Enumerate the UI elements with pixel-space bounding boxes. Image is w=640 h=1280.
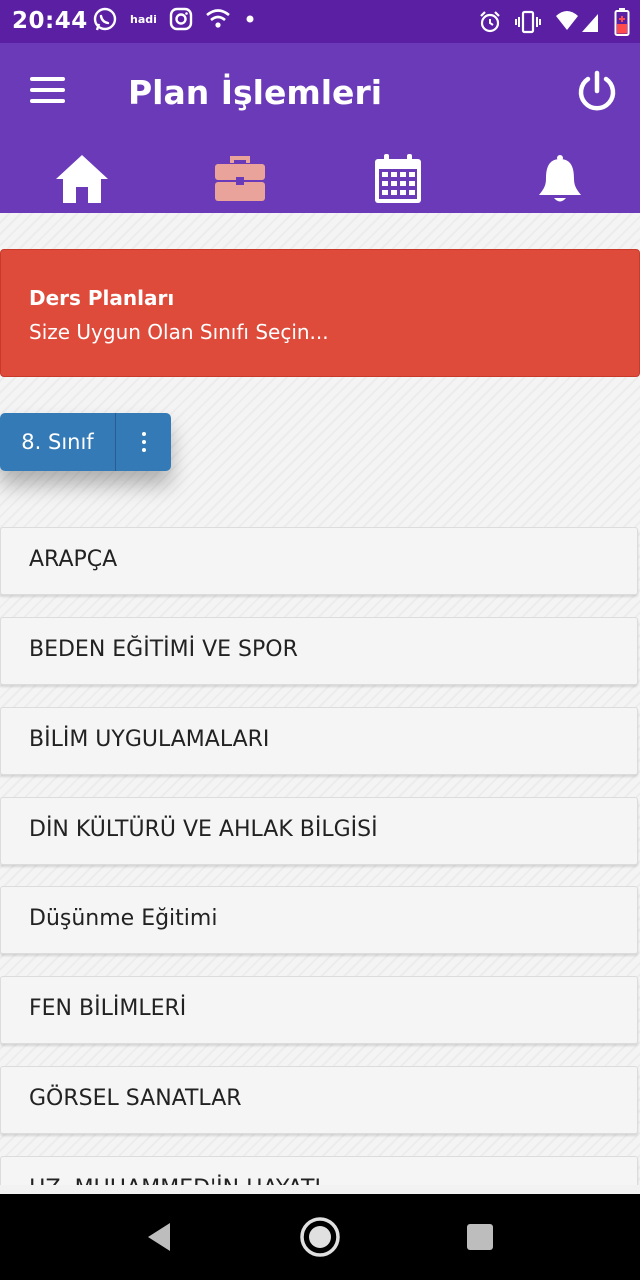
subject-item-dusunme-egitimi[interactable]: Düşünme Eğitimi — [0, 886, 638, 954]
back-icon — [148, 1223, 170, 1251]
subject-item-beden-egitimi[interactable]: BEDEN EĞİTİMİ VE SPOR — [0, 617, 638, 685]
recents-icon — [467, 1224, 493, 1250]
subject-label: FEN BİLİMLERİ — [29, 996, 187, 1021]
subject-label: GÖRSEL SANATLAR — [29, 1086, 242, 1111]
class-selector: 8. Sınıf — [0, 413, 171, 471]
subject-label: BİLİM UYGULAMALARI — [29, 727, 270, 752]
menu-button[interactable] — [30, 77, 70, 111]
wifi-icon — [205, 8, 231, 30]
status-bar: 20:44 hadi — [0, 0, 640, 43]
whatsapp-icon — [92, 6, 118, 32]
subject-label: BEDEN EĞİTİMİ VE SPOR — [29, 637, 298, 662]
alert-text: Size Uygun Olan Sınıfı Seçin... — [29, 320, 329, 344]
subject-item-arapca[interactable]: ARAPÇA — [0, 527, 638, 595]
app-bar: Plan İşlemleri — [0, 43, 640, 213]
more-vert-icon — [141, 432, 146, 436]
subject-label: HZ. MUHAMMED'İN HAYATI — [29, 1176, 321, 1185]
nav-calendar[interactable] — [368, 149, 428, 209]
alarm-icon — [478, 10, 502, 34]
vibrate-icon — [514, 10, 542, 34]
battery-icon — [614, 8, 630, 36]
menu-icon — [30, 77, 65, 81]
class-button[interactable]: 8. Sınıf — [0, 413, 115, 471]
status-time: 20:44 — [12, 8, 88, 34]
info-alert: Ders Planları Size Uygun Olan Sınıfı Seç… — [0, 249, 640, 377]
subject-label: ARAPÇA — [29, 547, 118, 572]
calendar-icon — [375, 154, 421, 203]
nav-notifications[interactable] — [530, 149, 590, 209]
instagram-icon — [169, 7, 193, 31]
system-nav-bar — [0, 1194, 640, 1280]
nav-briefcase[interactable] — [210, 149, 270, 209]
nav-home[interactable] — [52, 149, 112, 209]
signal-icon — [554, 10, 602, 34]
home-icon — [56, 155, 108, 203]
icon-nav — [0, 145, 640, 209]
subject-item-bilim-uygulamalari[interactable]: BİLİM UYGULAMALARI — [0, 707, 638, 775]
power-button[interactable] — [574, 69, 620, 115]
subject-label: DİN KÜLTÜRÜ VE AHLAK BİLGİSİ — [29, 817, 378, 842]
subject-item-hz-muhammed[interactable]: HZ. MUHAMMED'İN HAYATI — [0, 1156, 638, 1185]
dot-icon — [243, 12, 257, 26]
class-options-button[interactable] — [115, 413, 171, 471]
subject-label: Düşünme Eğitimi — [29, 906, 218, 931]
subject-item-din-kulturu[interactable]: DİN KÜLTÜRÜ VE AHLAK BİLGİSİ — [0, 797, 638, 865]
carrier-text: hadi — [130, 12, 157, 26]
subject-item-gorsel-sanatlar[interactable]: GÖRSEL SANATLAR — [0, 1066, 638, 1134]
back-button[interactable] — [136, 1214, 182, 1260]
home-button[interactable] — [297, 1214, 343, 1260]
subject-item-fen-bilimleri[interactable]: FEN BİLİMLERİ — [0, 976, 638, 1044]
alert-title: Ders Planları — [29, 286, 175, 310]
home-circle-icon — [300, 1217, 340, 1257]
bell-icon — [539, 155, 581, 202]
power-icon — [578, 70, 616, 111]
page-title: Plan İşlemleri — [128, 73, 383, 112]
content-area: Ders Planları Size Uygun Olan Sınıfı Seç… — [0, 213, 640, 1185]
recents-button[interactable] — [457, 1214, 503, 1260]
briefcase-icon — [215, 156, 265, 201]
